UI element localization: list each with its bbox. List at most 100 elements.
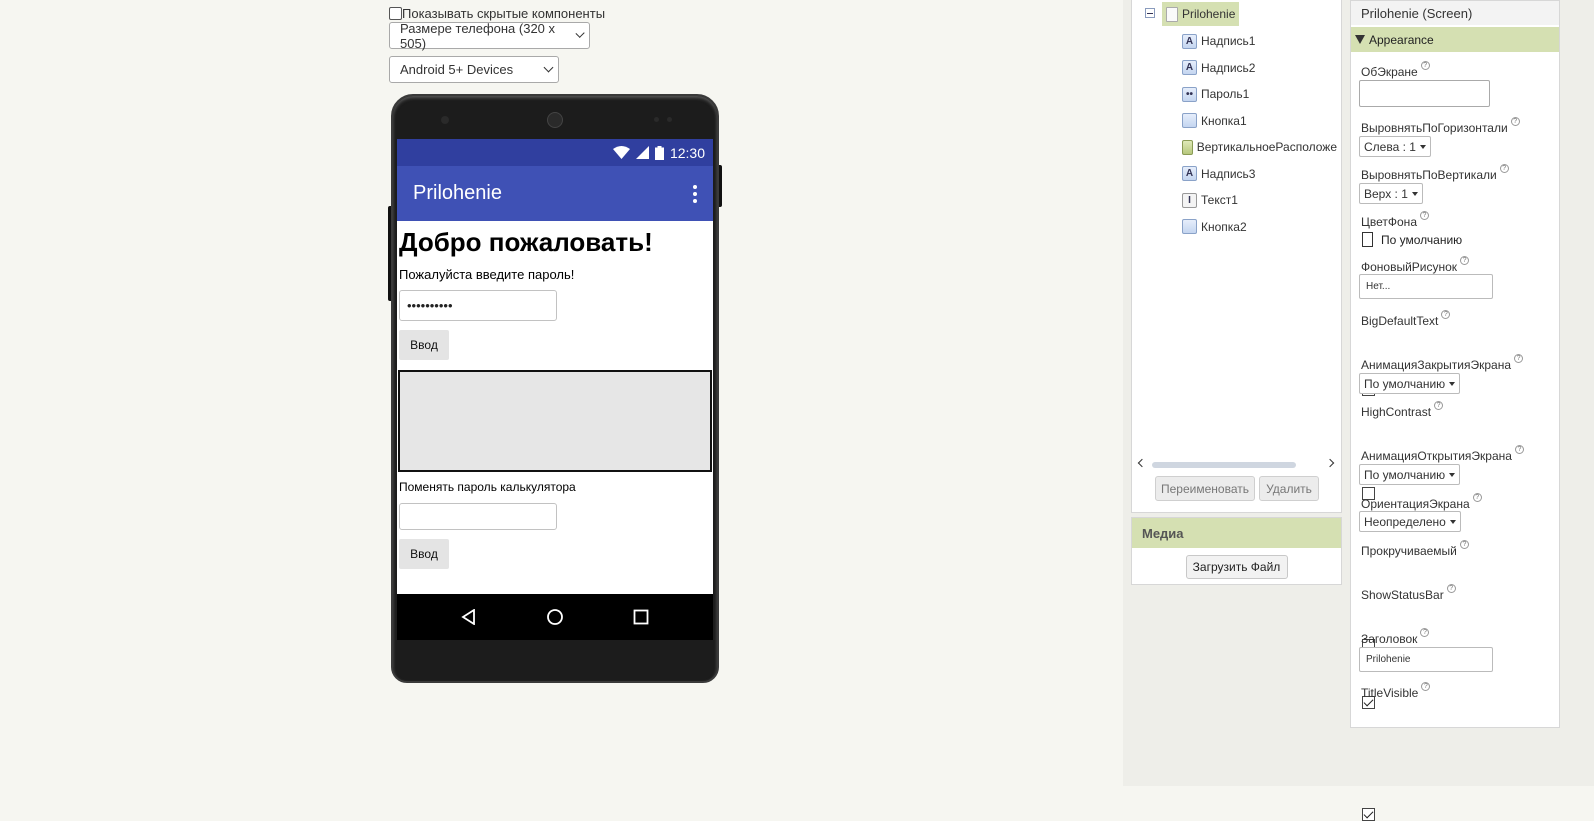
dropdown-arrow-icon [1411, 191, 1418, 196]
help-icon[interactable]: ? [1420, 61, 1430, 70]
tree-item[interactable]: A Надпись1 [1182, 28, 1337, 55]
help-icon[interactable]: ? [1472, 493, 1482, 502]
change-password-textbox[interactable] [399, 503, 557, 530]
upload-file-button[interactable]: Загрузить Файл [1185, 555, 1288, 579]
open-animation-dropdown[interactable]: По умолчанию [1359, 464, 1461, 485]
dropdown-value: Верх : 1 [1364, 186, 1408, 201]
bgimage-input[interactable]: Нет... [1359, 274, 1493, 299]
help-icon[interactable]: ? [1441, 310, 1451, 319]
dropdown-value: Слева : 1 [1364, 139, 1416, 154]
help-icon[interactable]: ? [1499, 164, 1509, 173]
home-icon [547, 609, 563, 625]
help-icon[interactable]: ? [1420, 211, 1429, 220]
help-icon[interactable]: ? [1514, 445, 1524, 454]
phone-dot-icon [654, 117, 659, 122]
dropdown-arrow-icon [1449, 519, 1456, 524]
help-icon[interactable]: ? [1460, 256, 1470, 265]
help-icon[interactable]: ? [1514, 354, 1524, 363]
tree-item[interactable]: A Надпись2 [1182, 55, 1337, 82]
tree-root-label: Prilohenie [1182, 7, 1236, 21]
tree-scrollbar[interactable] [1152, 462, 1296, 468]
appearance-section[interactable]: Appearance [1351, 27, 1559, 52]
prop-label-text: Прокручиваемый [1361, 544, 1457, 558]
help-icon[interactable]: ? [1459, 540, 1469, 549]
collapse-icon[interactable] [1145, 8, 1155, 18]
halign-dropdown[interactable]: Слева : 1 [1359, 136, 1431, 157]
title-input[interactable]: Prilohenie [1359, 647, 1493, 672]
show-hidden-checkbox[interactable] [389, 7, 402, 20]
change-password-label[interactable]: Поменять пароль калькулятора [399, 480, 711, 494]
password-field[interactable]: •••••••••• [399, 290, 557, 321]
tree-root-item[interactable]: Prilohenie [1162, 2, 1240, 26]
halign-label: ВыровнятьПоГоризонтали? [1361, 117, 1520, 135]
about-screen-textarea[interactable] [1359, 80, 1490, 107]
components-tree-panel: Prilohenie A Надпись1 A Надпись2 •• Пароль1… [1131, 0, 1342, 513]
orientation-label: ОриентацияЭкрана? [1361, 493, 1482, 511]
vertical-arrangement[interactable] [398, 370, 712, 472]
orientation-dropdown[interactable]: Неопределено [1359, 511, 1461, 532]
prop-label-text: ВыровнятьПоГоризонтали [1361, 121, 1508, 135]
scroll-left-icon[interactable] [1137, 458, 1147, 468]
prop-label-text: ЦветФона [1361, 215, 1417, 229]
tree-item[interactable]: •• Пароль1 [1182, 81, 1337, 108]
prop-label-text: ОбЭкране [1361, 65, 1418, 79]
phone-size-select[interactable]: Размере телефона (320 x 505) [389, 20, 590, 51]
help-icon[interactable]: ? [1420, 628, 1430, 637]
phone-camera-icon [547, 112, 563, 128]
show-statusbar-label: ShowStatusBar? [1361, 584, 1456, 602]
title-visible-checkbox[interactable] [1362, 808, 1375, 821]
delete-button[interactable]: Удалить [1259, 476, 1319, 501]
rename-button[interactable]: Переименовать [1155, 476, 1255, 501]
device-value: Android 5+ Devices [400, 62, 514, 77]
more-options-icon[interactable] [693, 184, 697, 203]
help-icon[interactable]: ? [1421, 682, 1431, 691]
tree-item[interactable]: I Текст1 [1182, 187, 1337, 214]
device-select[interactable]: Android 5+ Devices [389, 56, 559, 83]
scroll-right-icon[interactable] [1325, 458, 1335, 468]
prop-label-text: ФоновыйРисунок [1361, 260, 1458, 274]
open-animation-label: АнимацияОткрытияЭкрана? [1361, 445, 1524, 463]
tree-item[interactable]: A Надпись3 [1182, 161, 1337, 188]
close-animation-label: АнимацияЗакрытияЭкрана? [1361, 354, 1524, 372]
password-prompt-label[interactable]: Пожалуйста введите пароль! [399, 267, 711, 282]
help-icon[interactable]: ? [1434, 401, 1444, 410]
close-animation-dropdown[interactable]: По умолчанию [1359, 373, 1461, 394]
bgcolor-value: По умолчанию [1381, 232, 1463, 247]
tree-item-label: Текст1 [1201, 193, 1238, 208]
tree-item-label: ВертикальноеРасположе [1196, 140, 1337, 155]
chevron-down-icon [575, 28, 585, 39]
show-hidden-components[interactable]: Показывать скрытые компоненты [389, 6, 605, 21]
button-icon [1182, 219, 1197, 235]
tree-item[interactable]: Кнопка2 [1182, 214, 1337, 241]
tree-item-label: Надпись2 [1201, 60, 1256, 75]
tree-item[interactable]: ВертикальноеРасположе [1182, 134, 1337, 161]
bgcolor-picker[interactable]: По умолчанию [1362, 232, 1462, 247]
wifi-icon [612, 146, 630, 159]
phone-size-value: Размере телефона (320 x 505) [400, 20, 556, 51]
button-icon [1182, 113, 1197, 129]
prop-label-text: ОриентацияЭкрана [1361, 497, 1470, 511]
screen-icon [1166, 6, 1178, 22]
show-hidden-label: Показывать скрытые компоненты [402, 6, 606, 21]
app-bar: Prilohenie [397, 166, 713, 221]
enter-button-2[interactable]: Ввод [399, 539, 449, 569]
help-icon[interactable]: ? [1510, 117, 1520, 126]
tree-item[interactable]: Кнопка1 [1182, 108, 1337, 135]
appearance-label: Appearance [1369, 32, 1434, 47]
title-visible-label: TitleVisible? [1361, 682, 1431, 700]
dropdown-value: Неопределено [1364, 514, 1446, 529]
help-icon[interactable]: ? [1446, 584, 1456, 593]
phone-screen: 12:30 Prilohenie Добро пожаловать! Пожал… [397, 139, 713, 594]
dropdown-arrow-icon [1449, 472, 1456, 477]
phone-dot-icon [667, 117, 672, 122]
enter-button[interactable]: Ввод [399, 330, 449, 360]
valign-dropdown[interactable]: Верх : 1 [1359, 183, 1423, 204]
tree-item-label: Кнопка1 [1201, 113, 1247, 128]
recents-icon [633, 609, 649, 625]
label-icon: A [1182, 33, 1197, 49]
app-title: Prilohenie [413, 182, 502, 204]
dropdown-arrow-icon [1449, 381, 1456, 386]
welcome-label[interactable]: Добро пожаловать! [399, 223, 711, 261]
scrollable-label: Прокручиваемый? [1361, 540, 1469, 558]
screen-content: Добро пожаловать! Пожалуйста введите пар… [397, 221, 713, 569]
